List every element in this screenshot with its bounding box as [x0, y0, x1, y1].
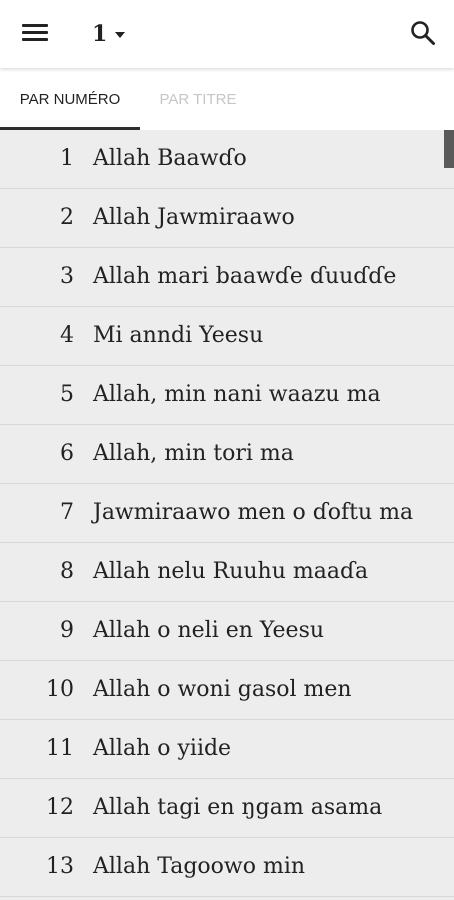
song-title: Allah mari baawɗe ɗuuɗɗe	[93, 264, 397, 289]
song-number: 10	[46, 677, 74, 702]
book-selector[interactable]: 1	[92, 18, 126, 50]
tab-par-numero[interactable]: PAR NUMÉRO	[0, 70, 140, 130]
song-title: Allah Tagoowo min	[93, 854, 306, 879]
app-bar: 1	[0, 0, 454, 68]
list-item[interactable]: 8 Allah nelu Ruuhu maaɗa	[0, 543, 454, 602]
menu-icon-bar	[22, 24, 48, 27]
song-title: Mi anndi Yeesu	[93, 323, 264, 348]
song-title: Allah nelu Ruuhu maaɗa	[93, 559, 369, 584]
song-title: Allah o woni gasol men	[93, 677, 352, 702]
list-item[interactable]: 3 Allah mari baawɗe ɗuuɗɗe	[0, 248, 454, 307]
list-item[interactable]: 7 Jawmiraawo men o ɗoftu ma	[0, 484, 454, 543]
song-title: Allah, min nani waazu ma	[93, 382, 381, 407]
song-number: 6	[60, 441, 74, 466]
song-number: 1	[60, 146, 74, 171]
song-number: 3	[60, 264, 74, 289]
song-number: 2	[60, 205, 74, 230]
song-number: 13	[46, 854, 74, 879]
list-item[interactable]: 2 Allah Jawmiraawo	[0, 189, 454, 248]
song-title: Allah Baawɗo	[93, 146, 247, 171]
list-item[interactable]: 10 Allah o woni gasol men	[0, 661, 454, 720]
menu-icon-bar	[22, 38, 48, 41]
song-number: 11	[46, 736, 74, 761]
list-item[interactable]: 5 Allah, min nani waazu ma	[0, 366, 454, 425]
menu-icon[interactable]	[22, 22, 48, 44]
active-tab-indicator	[0, 127, 140, 130]
song-title: Allah, min tori ma	[93, 441, 294, 466]
tab-par-titre[interactable]: PAR TITRE	[140, 70, 256, 130]
list-item[interactable]: 13 Allah Tagoowo min	[0, 838, 454, 897]
list-item[interactable]: 12 Allah tagi en ŋgam asama	[0, 779, 454, 838]
song-list[interactable]: 1 Allah Baawɗo 2 Allah Jawmiraawo 3 Allah mar…	[0, 130, 454, 900]
scrollbar-thumb[interactable]	[444, 130, 454, 168]
song-title: Allah tagi en ŋgam asama	[93, 795, 383, 820]
song-title: Allah o neli en Yeesu	[93, 618, 325, 643]
list-item[interactable]: 11 Allah o yiide	[0, 720, 454, 779]
list-item[interactable]: 4 Mi anndi Yeesu	[0, 307, 454, 366]
menu-icon-bar	[22, 31, 48, 34]
list-item[interactable]: 1 Allah Baawɗo	[0, 130, 454, 189]
book-number: 1	[92, 21, 108, 47]
caret-down-icon	[115, 32, 126, 38]
scrollbar[interactable]	[444, 130, 454, 900]
song-number: 8	[60, 559, 74, 584]
search-icon[interactable]	[410, 20, 436, 46]
song-number: 12	[46, 795, 74, 820]
song-title: Allah o yiide	[93, 736, 232, 761]
song-title: Allah Jawmiraawo	[93, 205, 295, 230]
tab-bar: PAR NUMÉRO PAR TITRE	[0, 70, 454, 130]
list-item[interactable]: 9 Allah o neli en Yeesu	[0, 602, 454, 661]
song-number: 7	[60, 500, 74, 525]
song-title: Jawmiraawo men o ɗoftu ma	[93, 500, 414, 525]
song-number: 4	[60, 323, 74, 348]
song-number: 9	[60, 618, 74, 643]
song-number: 5	[60, 382, 74, 407]
list-item[interactable]: 6 Allah, min tori ma	[0, 425, 454, 484]
